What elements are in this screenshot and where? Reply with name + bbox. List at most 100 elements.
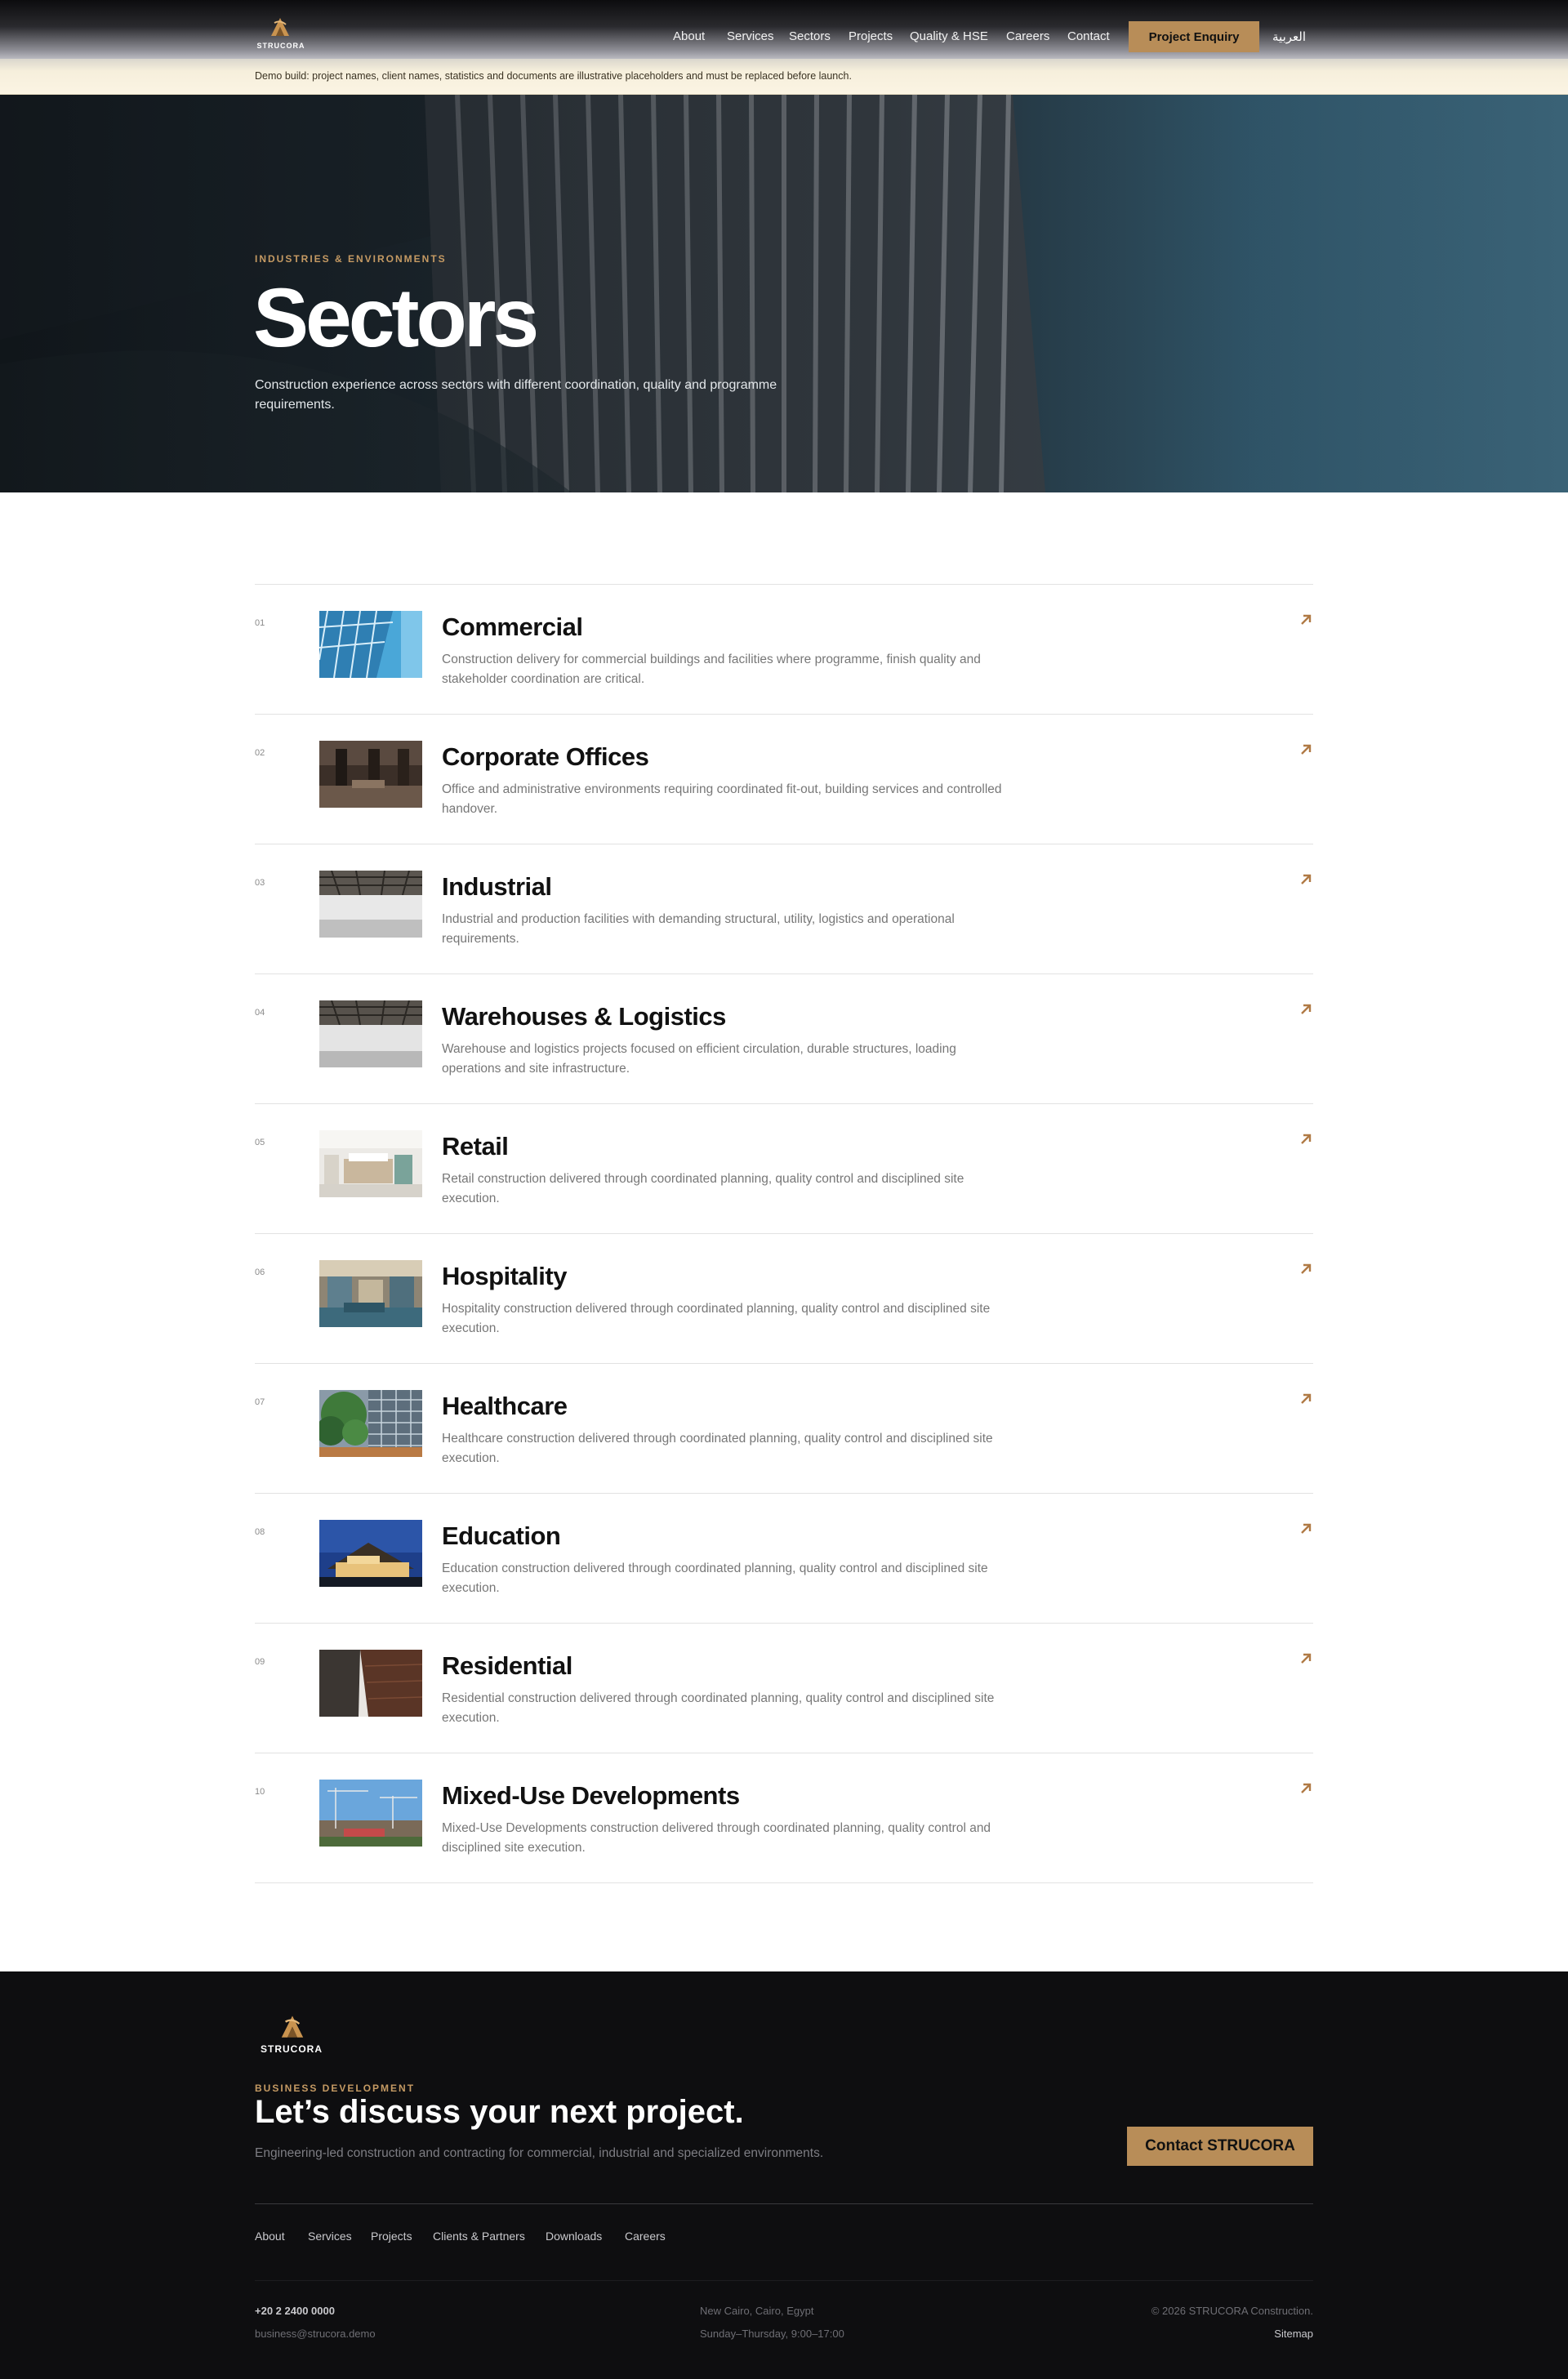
page-title: Sectors [253,271,539,364]
demo-notice-bar: Demo build: project names, client names,… [0,59,1568,95]
footer-title: Let’s discuss your next project. [255,2094,744,2130]
sector-description: Office and administrative environments r… [442,782,1002,816]
sector-number: 10 [255,1787,265,1797]
sector-description: Construction delivery for commercial bui… [442,653,981,686]
sector-row-retail[interactable]: 05 Retail Retail construction delivered … [255,1104,1313,1234]
sector-row-residential[interactable]: 09 Residential Residential construction … [255,1624,1313,1753]
sector-number: 08 [255,1527,265,1537]
demo-notice-text: Demo build: project names, client names,… [255,70,852,82]
sector-title: Commercial [442,613,583,641]
sector-description: Mixed-Use Developments construction deli… [442,1821,991,1855]
hero-section: INDUSTRIES & ENVIRONMENTS Sectors Constr… [0,95,1568,492]
footer-sitemap-link[interactable]: Sitemap [1274,2328,1313,2340]
strucora-logo-icon [271,18,289,36]
arrow-up-right-icon[interactable] [1298,1132,1313,1147]
sector-row-education[interactable]: 08 Education Education construction deli… [255,1494,1313,1624]
sector-row-healthcare[interactable]: 07 Healthcare Healthcare construction de… [255,1364,1313,1494]
site-footer: STRUCORA BUSINESS DEVELOPMENT Let’s disc… [0,1971,1568,2379]
nav-careers[interactable]: Careers [1006,29,1049,43]
sector-number: 02 [255,748,265,758]
sector-thumbnail [319,1130,422,1197]
hero-building-image [0,95,1568,492]
sectors-list: 01 Commercial Construction delivery for … [255,584,1313,1883]
arrow-up-right-icon[interactable] [1298,1521,1313,1536]
footer-email[interactable]: business@strucora.demo [255,2328,376,2340]
sector-title: Education [442,1521,561,1550]
footer-hours: Sunday–Thursday, 9:00–17:00 [700,2328,844,2340]
header-logo[interactable]: STRUCORA [255,16,307,52]
nav-quality-hse[interactable]: Quality & HSE [910,29,988,43]
arrow-up-right-icon[interactable] [1298,742,1313,757]
footer-divider-bottom [255,2280,1313,2281]
contact-strucora-button[interactable]: Contact STRUCORA [1127,2127,1313,2166]
sector-row-warehouses-logistics[interactable]: 04 Warehouses & Logistics Warehouse and … [255,974,1313,1104]
nav-projects[interactable]: Projects [849,29,893,43]
sector-thumbnail [319,1650,422,1717]
sector-number: 07 [255,1397,265,1407]
sector-thumbnail [319,1390,422,1457]
project-enquiry-button[interactable]: Project Enquiry [1129,21,1259,52]
sector-description: Education construction delivered through… [442,1561,988,1595]
footer-phone[interactable]: +20 2 2400 0000 [255,2305,335,2317]
sector-number: 06 [255,1267,265,1277]
footer-link-downloads[interactable]: Downloads [546,2230,602,2243]
footer-link-clients-partners[interactable]: Clients & Partners [433,2230,525,2243]
sector-number: 05 [255,1138,265,1147]
hero-eyebrow: INDUSTRIES & ENVIRONMENTS [255,253,447,265]
sector-description: Healthcare construction delivered throug… [442,1432,993,1465]
arrow-up-right-icon[interactable] [1298,1262,1313,1276]
sector-description: Industrial and production facilities wit… [442,912,955,946]
sector-title: Industrial [442,872,552,901]
language-switch-link[interactable]: العربية [1272,29,1306,44]
footer-logo[interactable]: STRUCORA [255,2014,328,2061]
sector-title: Mixed-Use Developments [442,1781,740,1810]
sector-title: Residential [442,1651,572,1680]
sector-description: Residential construction delivered throu… [442,1691,995,1725]
arrow-up-right-icon[interactable] [1298,1781,1313,1796]
sector-description: Retail construction delivered through co… [442,1172,964,1205]
sector-row-hospitality[interactable]: 06 Hospitality Hospitality construction … [255,1234,1313,1364]
sector-thumbnail [319,1000,422,1067]
sector-title: Corporate Offices [442,742,649,771]
sector-row-mixed-use-developments[interactable]: 10 Mixed-Use Developments Mixed-Use Deve… [255,1753,1313,1883]
footer-description: Engineering-led construction and contrac… [255,2146,824,2160]
sector-thumbnail [319,1260,422,1327]
footer-copyright: © 2026 STRUCORA Construction. [1151,2305,1313,2317]
logo-wordmark: STRUCORA [256,42,305,50]
footer-link-services[interactable]: Services [308,2230,352,2243]
nav-services[interactable]: Services [727,29,774,43]
footer-link-about[interactable]: About [255,2230,285,2243]
footer-address: New Cairo, Cairo, Egypt [700,2305,814,2317]
sector-title: Healthcare [442,1392,568,1420]
arrow-up-right-icon[interactable] [1298,613,1313,627]
sector-description: Warehouse and logistics projects focused… [442,1042,956,1076]
sector-number: 01 [255,618,265,628]
nav-about[interactable]: About [673,29,705,43]
footer-logo-wordmark: STRUCORA [261,2043,323,2055]
sector-description: Hospitality construction delivered throu… [442,1302,991,1335]
sector-title: Hospitality [442,1262,567,1290]
sector-number: 04 [255,1008,265,1018]
sector-number: 03 [255,878,265,888]
sector-thumbnail [319,611,422,678]
footer-link-careers[interactable]: Careers [625,2230,666,2243]
footer-divider [255,2203,1313,2204]
site-header: STRUCORA About Services Sectors Projects… [0,0,1568,59]
nav-sectors[interactable]: Sectors [789,29,831,43]
sector-thumbnail [319,741,422,808]
sector-thumbnail [319,1780,422,1847]
arrow-up-right-icon[interactable] [1298,1392,1313,1406]
sector-row-commercial[interactable]: 01 Commercial Construction delivery for … [255,585,1313,715]
sector-row-industrial[interactable]: 03 Industrial Industrial and production … [255,844,1313,974]
arrow-up-right-icon[interactable] [1298,872,1313,887]
nav-contact[interactable]: Contact [1067,29,1110,43]
strucora-logo-icon [281,2016,304,2038]
footer-link-projects[interactable]: Projects [371,2230,412,2243]
sector-row-corporate-offices[interactable]: 02 Corporate Offices Office and administ… [255,715,1313,844]
footer-eyebrow: BUSINESS DEVELOPMENT [255,2083,416,2094]
arrow-up-right-icon[interactable] [1298,1002,1313,1017]
arrow-up-right-icon[interactable] [1298,1651,1313,1666]
sector-thumbnail [319,1520,422,1587]
sector-number: 09 [255,1657,265,1667]
sector-title: Warehouses & Logistics [442,1002,726,1031]
